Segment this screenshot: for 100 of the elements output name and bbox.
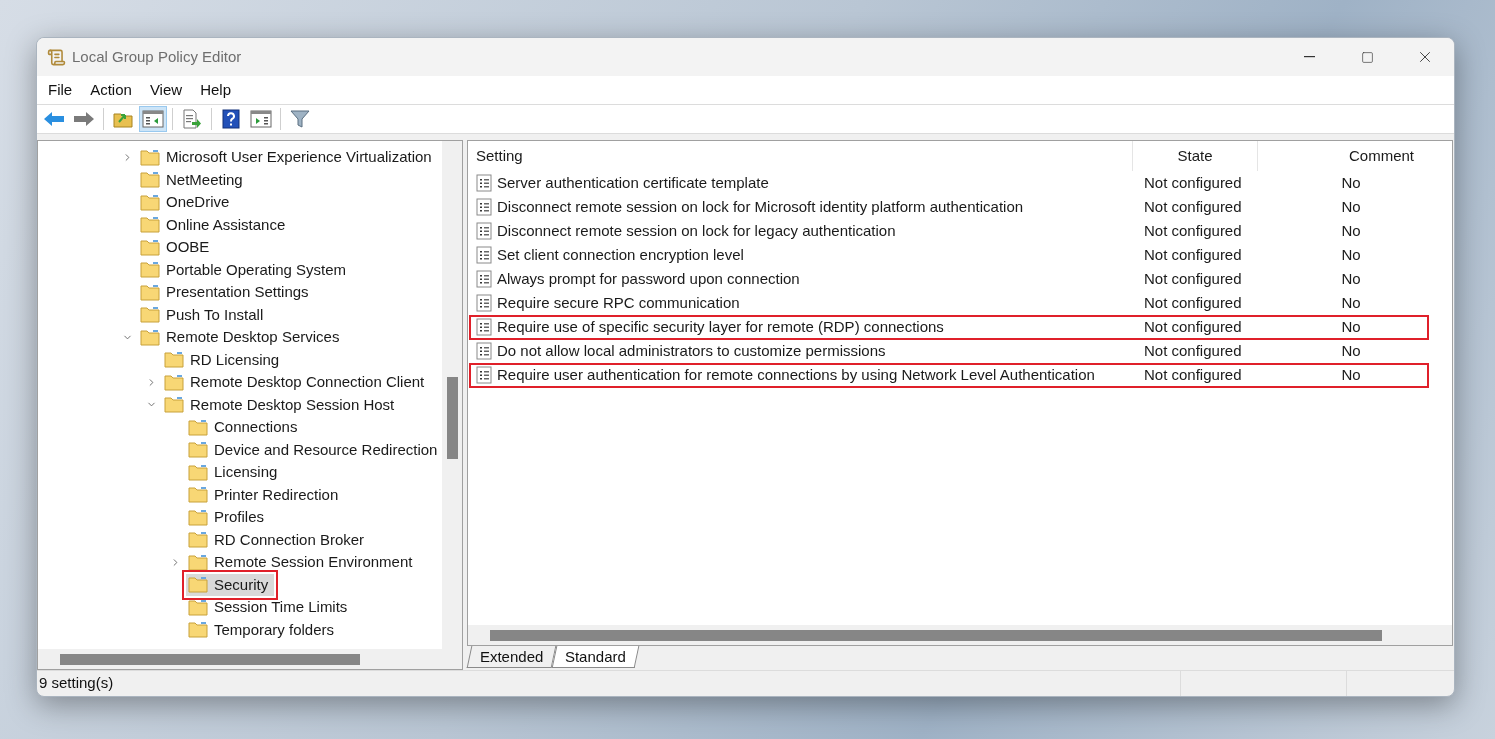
tree-item[interactable]: Push To Install	[138, 303, 270, 326]
folder-icon	[188, 441, 208, 459]
state-cell-text: Not configured	[1143, 340, 1243, 361]
folder-icon	[164, 396, 184, 414]
filter-icon	[290, 109, 310, 129]
menu-item[interactable]: File	[39, 77, 82, 103]
console-tree-icon	[142, 110, 164, 128]
horizontal-scrollbar[interactable]	[38, 649, 462, 669]
app-icon	[47, 47, 66, 67]
policy-row[interactable]: Require secure RPC communication Not configured No	[471, 292, 1427, 314]
view-tab[interactable]: Standard	[552, 646, 640, 668]
folder-icon	[188, 621, 208, 639]
policy-row[interactable]: Disconnect remote session on lock for legacy authentication Not configured No	[471, 220, 1427, 242]
tree-item[interactable]: Remote Desktop Session Host	[162, 393, 401, 416]
tree-item[interactable]: RD Connection Broker	[186, 528, 371, 551]
tree-item[interactable]: Remote Desktop Connection Client	[162, 371, 431, 394]
tree-item[interactable]: Connections	[186, 416, 304, 439]
policy-setting-icon	[476, 294, 492, 312]
comment-cell-text: No	[1340, 292, 1362, 313]
setting-name: Disconnect remote session on lock for Microsoft identity platform authentication	[497, 196, 1024, 217]
setting-name: Always prompt for password upon connection	[497, 268, 800, 289]
comment-cell-text: No	[1340, 316, 1362, 337]
folder-up-icon	[113, 110, 133, 128]
setting-name: Require secure RPC communication	[497, 292, 740, 313]
policy-setting-icon	[476, 270, 492, 288]
state-cell-text: Not configured	[1143, 244, 1243, 265]
folder-icon	[140, 193, 160, 211]
folder-icon	[188, 598, 208, 616]
tree-item[interactable]: Licensing	[186, 461, 284, 484]
tree-item[interactable]: Session Time Limits	[186, 596, 354, 619]
scrollbar-thumb[interactable]	[446, 377, 458, 459]
column-header[interactable]: Setting	[468, 141, 1133, 171]
tree-item[interactable]: Microsoft User Experience Virtualization	[138, 146, 438, 169]
policy-setting-icon	[476, 318, 492, 336]
tree-item[interactable]: Printer Redirection	[186, 483, 345, 506]
folder-icon	[188, 531, 208, 549]
scrollbar-thumb[interactable]	[490, 629, 1382, 641]
folder-icon	[140, 171, 160, 189]
setting-name: Server authentication certificate template	[497, 172, 769, 193]
menu-item[interactable]: Help	[191, 77, 240, 103]
tree-item[interactable]: OneDrive	[138, 191, 236, 214]
folder-icon	[188, 508, 208, 526]
menu-item[interactable]: Action	[81, 77, 141, 103]
comment-cell-text: No	[1340, 364, 1362, 385]
setting-name: Disconnect remote session on lock for legacy authentication	[497, 220, 896, 241]
policy-setting-icon	[476, 246, 492, 264]
vertical-scrollbar[interactable]	[442, 141, 462, 649]
tree-item[interactable]: RD Licensing	[162, 348, 286, 371]
tree-item[interactable]: Online Assistance	[138, 213, 292, 236]
export-list-icon	[182, 109, 202, 129]
folder-icon	[140, 283, 160, 301]
state-cell-text: Not configured	[1143, 268, 1243, 289]
policy-setting-icon	[476, 366, 492, 384]
state-cell-text: Not configured	[1143, 196, 1243, 217]
column-header[interactable]: Comment	[1258, 141, 1452, 171]
folder-icon	[140, 306, 160, 324]
policy-row[interactable]: Set client connection encryption level Not configured No	[471, 244, 1427, 266]
menu-item[interactable]: View	[140, 77, 192, 103]
state-cell-text: Not configured	[1143, 220, 1243, 241]
comment-cell-text: No	[1340, 196, 1362, 217]
folder-icon	[164, 351, 184, 369]
comment-cell-text: No	[1340, 220, 1362, 241]
folder-icon	[188, 463, 208, 481]
back-arrow-icon	[43, 111, 65, 127]
policy-setting-icon	[476, 198, 492, 216]
policy-row[interactable]: Always prompt for password upon connection Not configured No	[471, 268, 1427, 290]
tree-item[interactable]: Remote Session Environment	[186, 551, 419, 574]
policy-row[interactable]: Disconnect remote session on lock for Microsoft identity platform authentication Not configured No	[471, 196, 1427, 218]
tree-item[interactable]: Presentation Settings	[138, 281, 315, 304]
help-icon	[222, 109, 240, 129]
folder-icon	[140, 148, 160, 166]
tree-item[interactable]: Remote Desktop Services	[138, 326, 346, 349]
forward-arrow-icon	[73, 111, 95, 127]
comment-cell-text: No	[1340, 172, 1362, 193]
setting-name: Require user authentication for remote connections by using Network Level Authentication	[497, 364, 1095, 385]
tree-item[interactable]: Portable Operating System	[138, 258, 353, 281]
state-cell-text: Not configured	[1143, 316, 1243, 337]
folder-icon	[164, 373, 184, 391]
policy-setting-icon	[476, 342, 492, 360]
maximize-icon	[1360, 50, 1374, 64]
state-cell-text: Not configured	[1143, 172, 1243, 193]
policy-row[interactable]: Require user authentication for remote connections by using Network Level Authentication Not configured No	[471, 364, 1427, 386]
folder-icon	[140, 216, 160, 234]
policy-setting-icon	[476, 174, 492, 192]
policy-row[interactable]: Do not allow local administrators to customize permissions Not configured No	[471, 340, 1427, 362]
minimize-icon	[1303, 56, 1315, 58]
scrollbar-thumb[interactable]	[60, 653, 360, 665]
tree-item[interactable]: Device and Resource Redirection	[186, 438, 442, 461]
horizontal-scrollbar[interactable]	[468, 625, 1452, 645]
policy-row[interactable]: Require use of specific security layer for remote (RDP) connections Not configured No	[471, 316, 1427, 338]
policy-row[interactable]: Server authentication certificate template Not configured No	[471, 172, 1427, 194]
tree-item[interactable]: Temporary folders	[186, 618, 341, 641]
column-header[interactable]: State	[1133, 141, 1258, 171]
comment-cell-text: No	[1340, 340, 1362, 361]
tree-item[interactable]: Profiles	[186, 506, 271, 529]
view-tab[interactable]: Extended	[466, 646, 557, 668]
tree-item[interactable]: NetMeeting	[138, 168, 249, 191]
tree-item[interactable]: OOBE	[138, 236, 216, 259]
policy-setting-icon	[476, 222, 492, 240]
setting-name: Do not allow local administrators to customize permissions	[497, 340, 886, 361]
